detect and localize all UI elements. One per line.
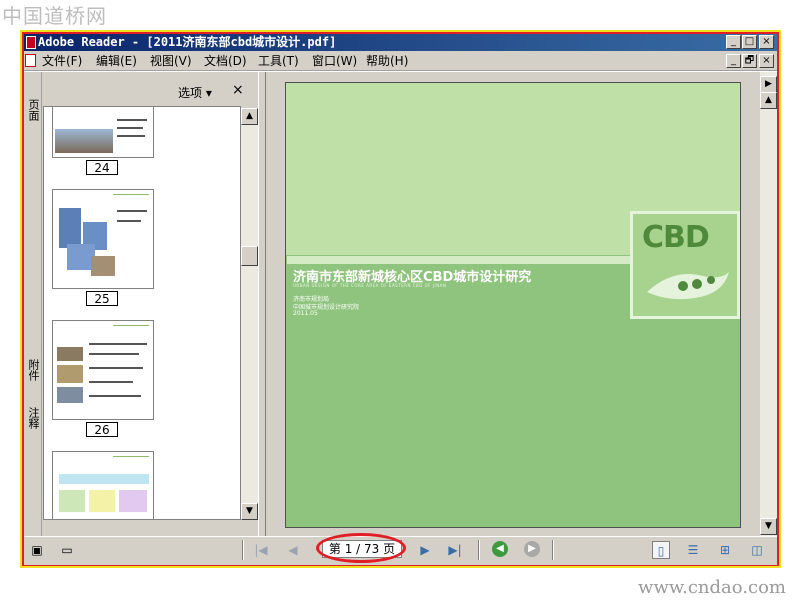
thumbnail-page-27[interactable] (52, 451, 154, 520)
facing-pages-icon[interactable]: ⊞ (716, 541, 734, 559)
doc-scroll-up-button[interactable]: ▲ (760, 92, 777, 109)
single-page-icon[interactable]: ▯ (652, 541, 670, 559)
thumbnail-page-25[interactable] (52, 189, 154, 289)
previous-view-icon[interactable]: ◀ (492, 541, 508, 557)
maximize-button[interactable]: □ (742, 35, 757, 49)
close-button[interactable]: × (759, 35, 774, 49)
thumbnail-label-24: 24 (86, 160, 118, 175)
document-scrollbar[interactable] (760, 72, 777, 536)
toolbar-separator (478, 540, 480, 560)
tab-comments[interactable]: 注释 (24, 400, 42, 436)
thumb-header-line (113, 194, 149, 195)
thumbnail-page-24[interactable] (52, 106, 154, 158)
thumb-text-line (117, 220, 141, 222)
cbd-logo-text: CBD (642, 220, 710, 255)
thumb-diagram (89, 490, 115, 512)
tab-pages[interactable]: 页面 (24, 92, 42, 128)
thumb-text-line (117, 135, 145, 137)
menu-view[interactable]: 视图(V) (150, 53, 192, 69)
thumb-image (59, 208, 81, 248)
thumb-text-line (89, 343, 147, 345)
doc-restore-button[interactable]: 🗗 (742, 54, 757, 68)
thumb-diagram (119, 490, 147, 512)
continuous-facing-icon[interactable]: ◫ (748, 541, 766, 559)
thumb-text-line (89, 353, 139, 355)
thumbnail-page-26[interactable] (52, 320, 154, 420)
thumb-text-line (117, 119, 147, 121)
thumb-image (57, 365, 83, 383)
thumb-diagram (59, 474, 149, 484)
doc-minimize-button[interactable]: _ (726, 54, 741, 68)
panel-splitter[interactable] (258, 72, 266, 536)
toolbar-separator (552, 540, 554, 560)
last-page-icon[interactable]: ▶| (446, 541, 464, 559)
thumb-image (57, 347, 83, 361)
doc-close-button[interactable]: × (759, 54, 774, 68)
thumb-image (91, 256, 115, 276)
document-meta-3: 2011.05 (293, 310, 318, 317)
scroll-up-button[interactable]: ▲ (241, 108, 258, 125)
thumb-diagram (59, 490, 85, 512)
first-page-icon[interactable]: |◀ (252, 541, 270, 559)
window-title: Adobe Reader - [2011济南东部cbd城市设计.pdf] (38, 35, 337, 49)
thumb-text-line (89, 367, 143, 369)
thumb-text-line (117, 127, 143, 129)
toolbar-separator (242, 540, 244, 560)
nav-panel-header (43, 80, 258, 104)
menu-window[interactable]: 窗口(W) (312, 53, 357, 69)
doc-scroll-arrow-right[interactable]: ▶ (760, 76, 777, 93)
minimize-button[interactable]: _ (726, 35, 741, 49)
thumbnail-label-26: 26 (86, 422, 118, 437)
next-view-icon[interactable]: ▶ (524, 541, 540, 557)
scroll-thumb[interactable] (241, 246, 258, 266)
watermark-bottom: www.cndao.com (638, 577, 786, 598)
document-subtitle: URBAN DESIGN OF THE CORE AREA OF EASTERN… (293, 283, 447, 288)
page-light-stripe (287, 256, 632, 264)
thumb-text-line (89, 381, 133, 383)
menu-help[interactable]: 帮助(H) (366, 53, 408, 69)
status-icon[interactable]: ▣ (28, 541, 46, 559)
adobe-reader-icon (26, 36, 36, 49)
prev-page-icon[interactable]: ◀ (284, 541, 302, 559)
continuous-page-icon[interactable]: ☰ (684, 541, 702, 559)
thumb-header-line (113, 325, 149, 326)
thumb-header-line (113, 456, 149, 457)
page-size-icon[interactable]: ▭ (58, 541, 76, 559)
thumb-text-line (117, 210, 147, 212)
thumb-image (55, 129, 113, 153)
scroll-down-button[interactable]: ▼ (241, 503, 258, 520)
menu-file[interactable]: 文件(F) (42, 53, 82, 69)
side-tab-strip (24, 72, 42, 536)
nav-close-button[interactable]: × (232, 82, 244, 98)
page-number-highlight (316, 533, 406, 563)
tab-attachments[interactable]: 附件 (24, 352, 42, 388)
thumb-image (57, 387, 83, 403)
menu-document[interactable]: 文档(D) (204, 53, 247, 69)
doc-scroll-down-button[interactable]: ▼ (760, 518, 777, 535)
thumbnail-scrollbar[interactable] (241, 108, 258, 520)
menu-edit[interactable]: 编辑(E) (96, 53, 137, 69)
thumbnail-label-25: 25 (86, 291, 118, 306)
menu-tools[interactable]: 工具(T) (258, 53, 299, 69)
document-icon[interactable] (25, 54, 36, 67)
thumb-text-line (89, 395, 141, 397)
options-menu[interactable]: 选项 ▾ (178, 84, 212, 101)
watermark-top: 中国道桥网 (2, 4, 107, 28)
next-page-icon[interactable]: ▶ (416, 541, 434, 559)
